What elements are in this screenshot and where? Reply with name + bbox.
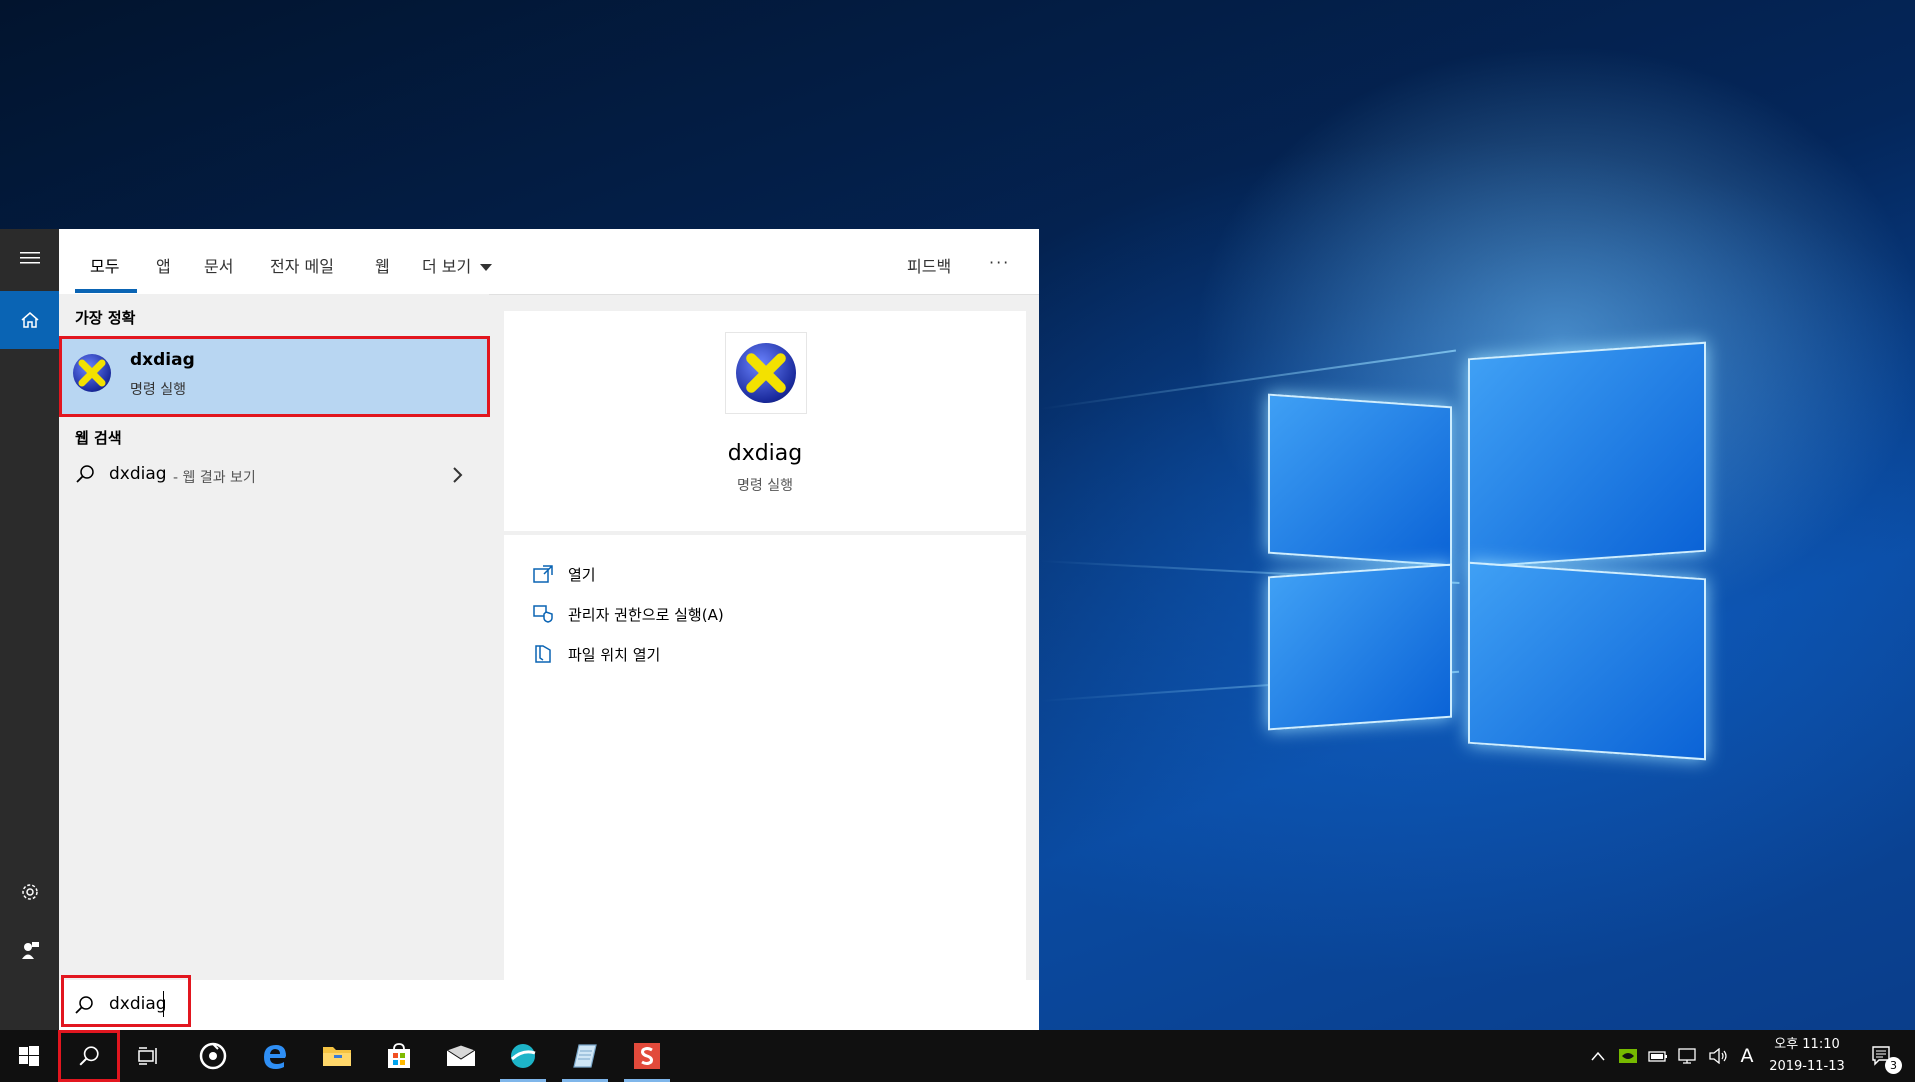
more-options-button[interactable]: ··· [989,253,1010,272]
detail-divider [504,531,1026,535]
home-icon [21,312,38,328]
search-tab-bar: 모두 앱 문서 전자 메일 웹 더 보기 피드백 ··· [59,229,1039,295]
windows-logo-pane-top-left [1268,393,1452,567]
folder-icon [323,1047,351,1066]
hamburger-icon [19,252,40,264]
red-s-app-icon [634,1043,660,1069]
detail-name: dxdiag [727,441,803,466]
battery-icon [1648,1051,1667,1062]
windows-logo-pane-bottom-right [1468,561,1706,761]
file-explorer-button[interactable] [308,1030,366,1082]
detail-icon-frame [725,332,807,414]
windows-start-icon [19,1046,39,1066]
cyan-app-button[interactable] [494,1030,552,1082]
active-tab-indicator [75,289,137,293]
tab-more[interactable]: 더 보기 [422,253,493,277]
result-detail-pane: dxdiag 명령 실행 열기 관리자 권한으로 실행(A) 파일 위치 열기 [504,311,1026,980]
best-match-highlight-outline [59,336,490,417]
web-search-result[interactable]: dxdiag - 웹 결과 보기 [59,454,489,494]
store-icon [388,1043,410,1068]
web-search-heading: 웹 검색 [75,429,122,447]
battery-tray-icon[interactable] [1644,1030,1672,1082]
open-icon [533,565,553,583]
run-as-admin-action[interactable]: 관리자 권한으로 실행(A) [532,603,724,625]
search-box-highlight-outline [61,975,191,1027]
cyan-app-icon [510,1044,536,1068]
search-icon [76,465,94,483]
run-as-admin-label: 관리자 권한으로 실행(A) [568,605,724,624]
edge-icon [264,1045,286,1069]
open-action-label: 열기 [568,565,596,584]
person-feedback-icon [21,942,39,959]
tab-apps[interactable]: 앱 [156,253,171,277]
action-center-button[interactable]: 3 [1862,1030,1902,1082]
open-file-location-label: 파일 위치 열기 [568,645,661,664]
detail-subtitle: 명령 실행 [737,478,793,494]
chevron-up-icon [1591,1051,1605,1061]
taskbar: A 오후 11:10 2019-11-13 3 [0,1030,1915,1082]
settings-button[interactable] [0,863,59,921]
feedback-hub-button[interactable] [0,921,59,979]
nvidia-tray-icon[interactable] [1614,1030,1642,1082]
tab-email[interactable]: 전자 메일 [270,253,334,277]
groove-music-button[interactable] [184,1030,242,1082]
network-tray-icon[interactable] [1674,1030,1702,1082]
tab-all[interactable]: 모두 [90,253,119,277]
network-icon [1678,1048,1696,1064]
taskbar-search-highlight-outline [58,1030,120,1082]
taskbar-clock[interactable]: 오후 11:10 2019-11-13 [1752,1034,1862,1078]
volume-tray-icon[interactable] [1704,1030,1732,1082]
microsoft-store-button[interactable] [370,1030,428,1082]
chevron-right-icon [453,467,463,483]
red-s-app-button[interactable] [618,1030,676,1082]
search-box[interactable]: dxdiag [59,980,1039,1030]
windows-logo-pane-bottom-left [1268,563,1452,731]
results-list: 가장 정확 dxdiag 명령 실행 웹 검색 dxdiag - 웹 결과 보기 [59,294,490,980]
notepad-icon [573,1044,597,1068]
gear-icon [21,884,38,900]
speaker-icon [1709,1048,1727,1064]
shield-icon [533,605,553,623]
feedback-link[interactable]: 피드백 [907,253,951,277]
start-button[interactable] [0,1030,58,1082]
nvidia-icon [1619,1049,1637,1063]
open-file-location-action[interactable]: 파일 위치 열기 [532,643,660,665]
tab-web[interactable]: 웹 [375,253,390,277]
web-search-query: dxdiag [109,464,167,484]
open-action[interactable]: 열기 [532,563,596,585]
mail-button[interactable] [432,1030,490,1082]
file-location-icon [535,645,551,663]
edge-browser-button[interactable] [246,1030,304,1082]
task-view-icon [138,1047,157,1065]
search-panel: 모두 앱 문서 전자 메일 웹 더 보기 피드백 ··· 가장 정확 dxdia… [59,229,1039,1030]
groove-music-icon [199,1042,227,1070]
task-view-button[interactable] [120,1030,178,1082]
mail-icon [446,1045,476,1066]
notification-count-badge: 3 [1885,1057,1902,1074]
best-match-heading: 가장 정확 [75,309,136,327]
clock-time: 오후 11:10 [1774,1037,1840,1052]
start-left-rail [0,229,59,1030]
show-hidden-icons-button[interactable] [1586,1030,1610,1082]
windows-logo-pane-top-right [1468,341,1706,569]
home-button[interactable] [0,291,59,349]
directx-large-icon [736,343,796,403]
chevron-down-icon [480,264,493,271]
web-search-suffix: - 웹 결과 보기 [173,470,256,486]
hamburger-menu-button[interactable] [0,229,59,287]
notepad-app-button[interactable] [556,1030,614,1082]
tab-documents[interactable]: 문서 [204,253,233,277]
clock-date: 2019-11-13 [1769,1059,1845,1074]
tab-more-label: 더 보기 [422,257,472,276]
